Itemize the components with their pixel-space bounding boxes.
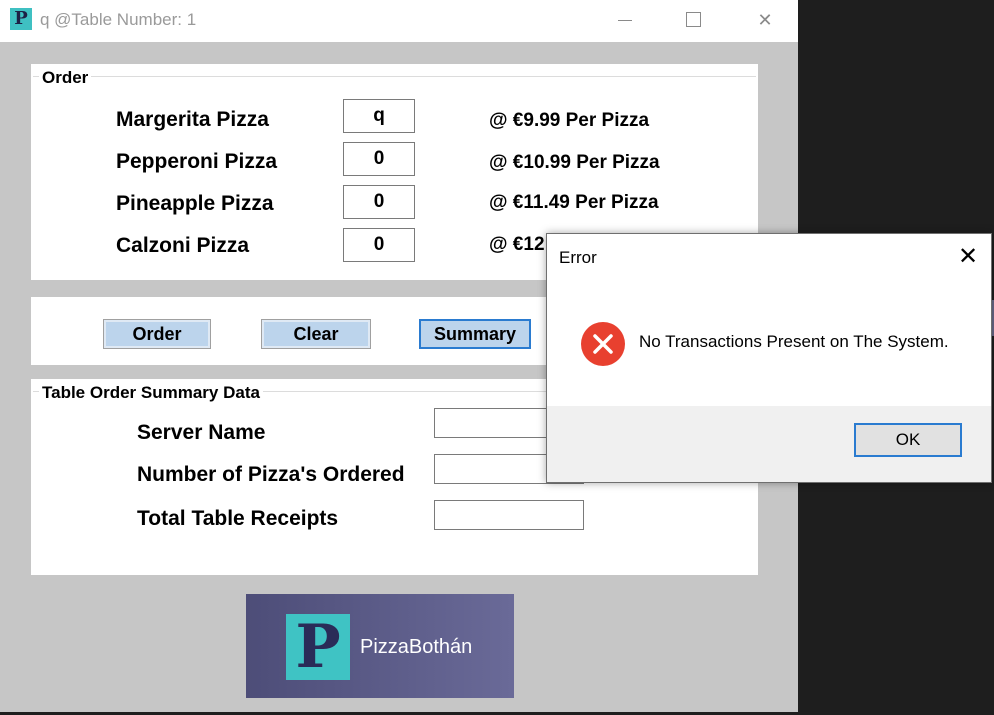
order-button[interactable]: Order — [103, 319, 211, 349]
item-name-margerita: Margerita Pizza — [116, 108, 269, 131]
price-margerita: @ €9.99 Per Pizza — [489, 110, 650, 131]
close-icon: ✕ — [957, 243, 979, 270]
summary-group-title: Table Order Summary Data — [39, 383, 263, 403]
total-receipts-label: Total Table Receipts — [137, 507, 339, 530]
ok-button[interactable]: OK — [854, 423, 962, 457]
total-receipts-field[interactable] — [434, 500, 584, 530]
clear-button[interactable]: Clear — [261, 319, 371, 349]
price-pepperoni: @ €10.99 Per Pizza — [489, 152, 660, 173]
order-group-title: Order — [39, 68, 92, 88]
maximize-icon — [686, 12, 701, 27]
summary-button[interactable]: Summary — [419, 319, 531, 349]
item-name-pepperoni: Pepperoni Pizza — [116, 150, 278, 173]
close-icon: ✕ — [757, 10, 773, 30]
minimize-icon — [618, 20, 632, 21]
minimize-button[interactable] — [602, 0, 648, 40]
app-icon: P — [10, 8, 32, 30]
window-title: q @Table Number: 1 — [40, 10, 197, 29]
item-name-calzoni: Calzoni Pizza — [116, 234, 250, 257]
logo-mark: P — [286, 614, 350, 680]
logo-text: PizzaBothán — [360, 636, 473, 658]
price-calzoni: @ €12 — [489, 234, 545, 255]
server-name-label: Server Name — [137, 421, 266, 444]
title-bar[interactable]: P q @Table Number: 1 ✕ — [0, 0, 798, 42]
qty-input-pineapple[interactable]: 0 — [343, 185, 415, 219]
error-icon — [581, 322, 625, 366]
dialog-footer: OK — [547, 406, 991, 482]
pizzas-ordered-label: Number of Pizza's Ordered — [137, 463, 405, 486]
maximize-button[interactable] — [670, 0, 716, 40]
qty-input-margerita[interactable]: q — [343, 99, 415, 133]
dialog-message: No Transactions Present on The System. — [639, 332, 949, 351]
price-pineapple: @ €11.49 Per Pizza — [489, 192, 659, 213]
group-divider — [33, 76, 756, 77]
item-name-pineapple: Pineapple Pizza — [116, 192, 274, 215]
qty-input-pepperoni[interactable]: 0 — [343, 142, 415, 176]
close-button[interactable]: ✕ — [742, 0, 788, 40]
dialog-title: Error — [559, 248, 597, 267]
dialog-close-button[interactable]: ✕ — [953, 242, 983, 272]
error-dialog: Error ✕ No Transactions Present on The S… — [546, 233, 992, 483]
qty-input-calzoni[interactable]: 0 — [343, 228, 415, 262]
brand-logo: P PizzaBothán — [246, 594, 514, 698]
